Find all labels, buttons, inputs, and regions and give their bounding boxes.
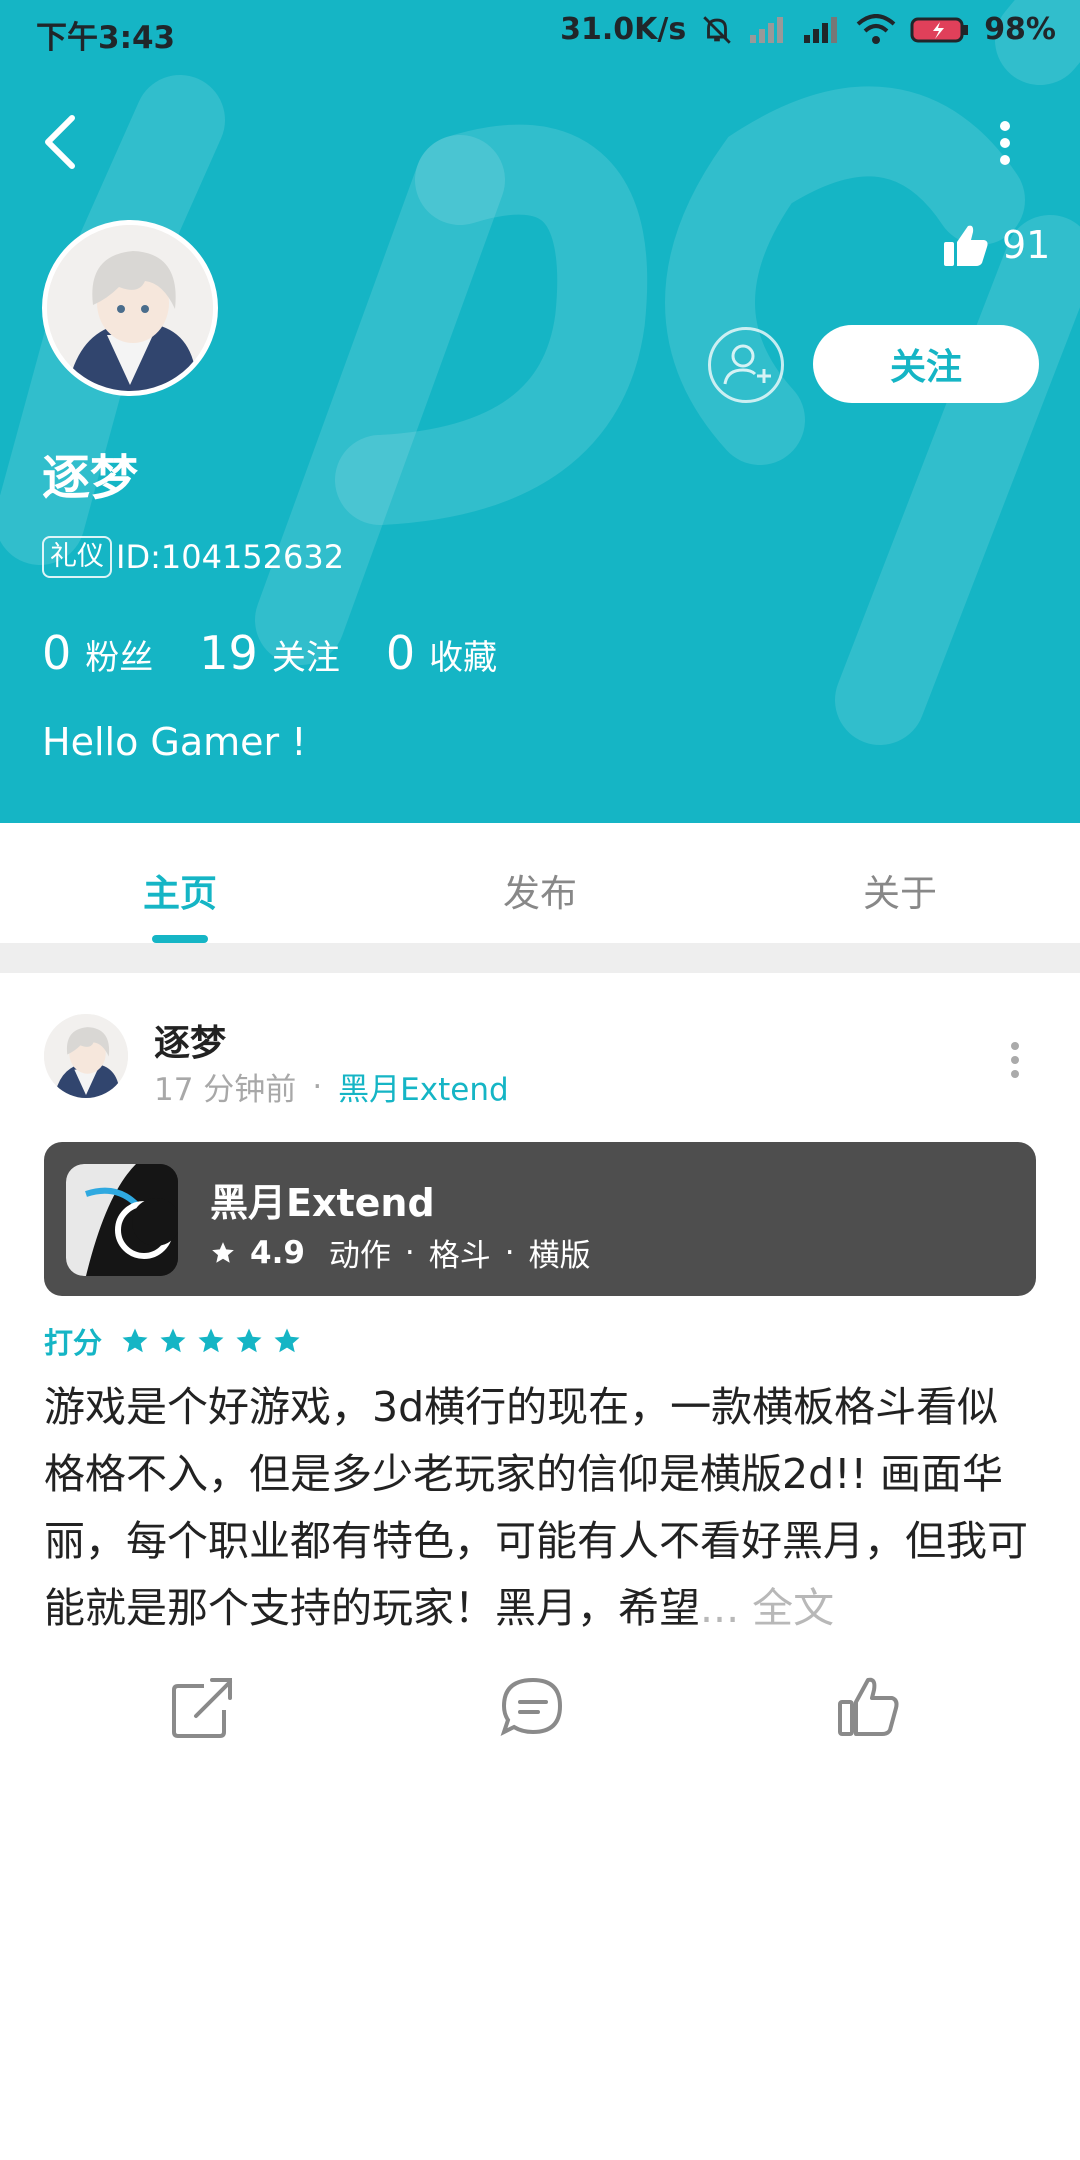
- tab-indicator: [152, 935, 208, 943]
- add-friend-button[interactable]: [708, 327, 784, 403]
- comment-icon[interactable]: [498, 1672, 568, 1742]
- rating-stars: [120, 1326, 302, 1356]
- tab-about[interactable]: 关于: [720, 823, 1080, 943]
- game-tag: 动作: [328, 1238, 391, 1274]
- game-tag: 横版: [528, 1238, 591, 1274]
- avatar[interactable]: [42, 220, 218, 396]
- watermark-logo: [0, 0, 1080, 745]
- meta-dot: ·: [312, 1068, 323, 1105]
- battery-icon: [910, 17, 969, 42]
- star-icon: [160, 1328, 186, 1353]
- thumbs-up-icon: [944, 225, 988, 266]
- like-icon[interactable]: [834, 1672, 904, 1742]
- add-friend-icon: [723, 344, 771, 385]
- post-game-link[interactable]: 黑月Extend: [338, 1064, 509, 1109]
- favorites-count[interactable]: 0: [386, 626, 415, 680]
- status-time: 下午3:43: [36, 20, 176, 56]
- post-text: 游戏是个好游戏，3d横行的现在，一款横板格斗看似格格不入，但是多少老玩家的信仰是…: [44, 1383, 1028, 1632]
- etiquette-badge[interactable]: 礼仪: [42, 536, 112, 578]
- game-tag: 格斗: [428, 1238, 491, 1274]
- post-time: 17 分钟前: [154, 1072, 297, 1108]
- followers-count[interactable]: 0: [42, 626, 71, 680]
- game-title: 黑月Extend: [210, 1181, 435, 1225]
- star-icon: [236, 1328, 262, 1353]
- more-vertical-icon[interactable]: [1000, 1040, 1030, 1080]
- more-vertical-icon[interactable]: [990, 118, 1020, 168]
- star-icon: [212, 1241, 234, 1263]
- star-icon: [274, 1328, 300, 1353]
- game-meta: 4.9 动作 · 格斗 · 横版: [210, 1230, 591, 1275]
- full-text-link[interactable]: 全文: [752, 1584, 834, 1632]
- following-count[interactable]: 19: [199, 626, 258, 680]
- profile-stats: 0 粉丝 19 关注 0 收藏: [42, 626, 543, 680]
- following-label[interactable]: 关注: [272, 630, 340, 679]
- hd-signal-icon: [804, 16, 838, 43]
- tab-about-label: 关于: [863, 872, 937, 915]
- likes-count: 91: [1002, 223, 1051, 267]
- post-author-name[interactable]: 逐梦: [154, 1014, 226, 1066]
- tab-home[interactable]: 主页: [0, 823, 360, 943]
- battery-percent: 98%: [984, 12, 1056, 47]
- tag-separator: ·: [504, 1234, 515, 1271]
- game-card[interactable]: 黑月Extend 4.9 动作 · 格斗 · 横版: [44, 1142, 1036, 1296]
- profile-name: 逐梦: [42, 450, 139, 506]
- post-actions: [0, 1672, 1080, 1758]
- tab-posts[interactable]: 发布: [360, 823, 720, 943]
- post-author-avatar[interactable]: [44, 1014, 128, 1098]
- signal-icon: [750, 16, 784, 43]
- post-body[interactable]: 游戏是个好游戏，3d横行的现在，一款横板格斗看似格格不入，但是多少老玩家的信仰是…: [44, 1374, 1036, 1642]
- wifi-icon: [856, 13, 896, 44]
- profile-bio: Hello Gamer !: [42, 720, 307, 764]
- rating-label: 打分: [44, 1326, 103, 1360]
- back-arrow-icon[interactable]: [40, 112, 80, 172]
- game-icon: [66, 1164, 178, 1276]
- rating-row: 打分: [44, 1320, 302, 1362]
- post-ellipsis: ...: [700, 1584, 740, 1632]
- profile-tabs: 主页 发布 关于: [0, 823, 1080, 943]
- mute-icon: [703, 15, 731, 44]
- post-meta: 17 分钟前 · 黑月Extend: [154, 1064, 509, 1109]
- follow-button[interactable]: 关注: [813, 325, 1039, 403]
- tab-home-label: 主页: [143, 872, 217, 915]
- network-speed: 31.0K/s: [560, 12, 687, 47]
- profile-header: 下午3:43 31.0K/s 98% 91 关注 逐梦 礼仪 ID:104152…: [0, 0, 1080, 823]
- user-id: ID:104152632: [116, 538, 345, 576]
- favorites-label[interactable]: 收藏: [429, 630, 497, 679]
- tag-separator: ·: [404, 1234, 415, 1271]
- section-divider: [0, 943, 1080, 973]
- status-bar: 下午3:43 31.0K/s 98%: [0, 0, 1080, 66]
- game-score: 4.9: [250, 1234, 305, 1271]
- followers-label[interactable]: 粉丝: [85, 630, 153, 679]
- tab-posts-label: 发布: [503, 872, 577, 915]
- profile-likes[interactable]: 91: [942, 222, 1050, 268]
- star-icon: [198, 1328, 224, 1353]
- share-icon[interactable]: [168, 1672, 238, 1742]
- star-icon: [122, 1328, 148, 1353]
- profile-id-row: 礼仪 ID:104152632: [42, 536, 344, 578]
